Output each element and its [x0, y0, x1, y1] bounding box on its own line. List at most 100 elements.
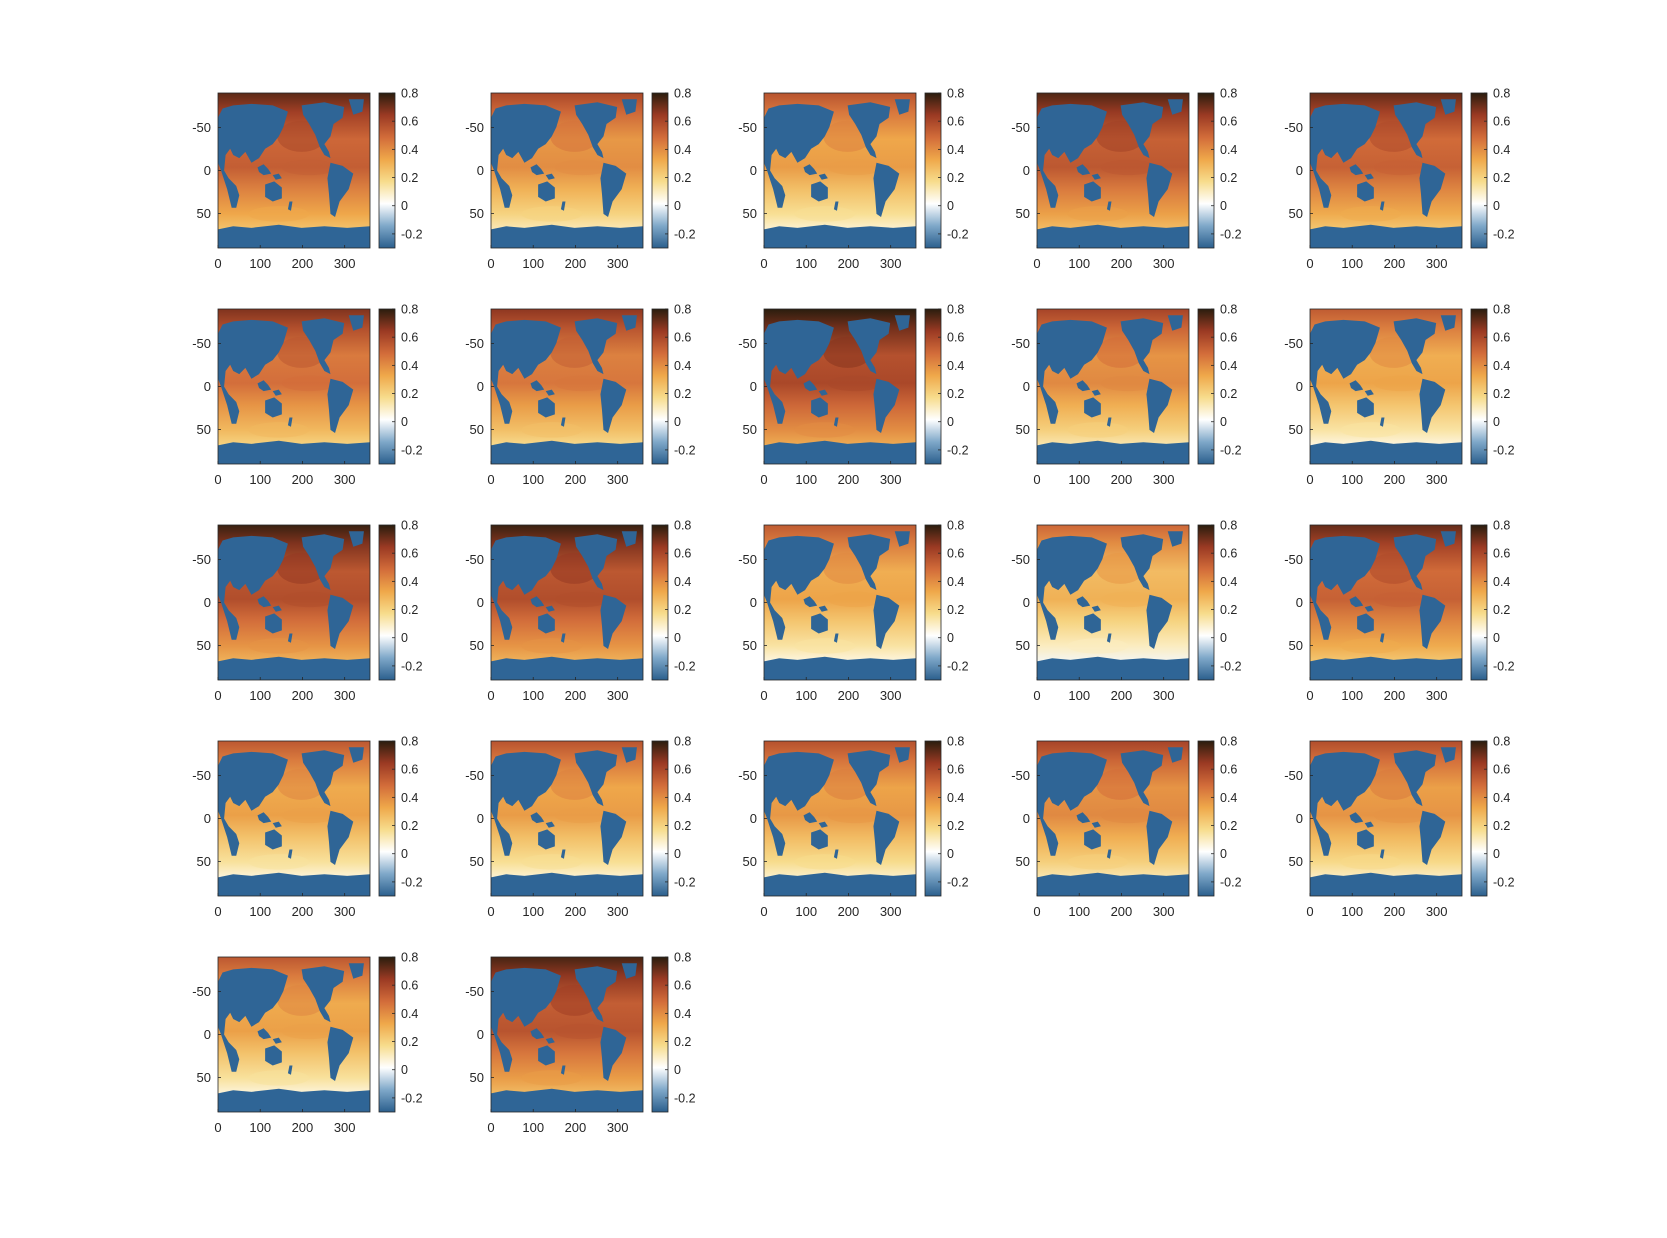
colorbar-tick-label: 0.4: [947, 791, 964, 805]
colorbar-tick-label: 0.4: [674, 791, 691, 805]
x-tick-label: 100: [1341, 472, 1363, 487]
colorbar-tick-label: 0.6: [1493, 115, 1510, 129]
x-tick-label: 100: [1341, 904, 1363, 919]
anomaly-patch: [794, 854, 856, 870]
y-tick-label: 50: [743, 206, 757, 221]
x-tick-label: 300: [1426, 472, 1448, 487]
anomaly-patch: [248, 854, 310, 870]
colorbar-tick-label: -0.2: [947, 875, 969, 889]
heatmap-field: [218, 309, 370, 464]
colorbar-tick-label: -0.2: [401, 227, 423, 241]
colorbar-tick-label: 0.2: [1493, 603, 1510, 617]
anomaly-patch: [1067, 206, 1129, 222]
x-tick-label: 100: [1068, 256, 1090, 271]
colorbar-tick-label: -0.2: [401, 1091, 423, 1105]
y-tick-label: 0: [204, 811, 211, 826]
x-tick-label: 0: [760, 256, 767, 271]
colorbar: [1470, 308, 1488, 465]
x-tick-label: 100: [1068, 904, 1090, 919]
colorbar-tick-label: 0: [1220, 199, 1227, 213]
colorbar-tick-label: 0.8: [1220, 303, 1237, 317]
x-tick-label: 300: [607, 472, 629, 487]
anomaly-patch: [1100, 159, 1156, 176]
colorbar-tick-label: -0.2: [674, 227, 696, 241]
colorbar-tick-label: 0.8: [947, 303, 964, 317]
subplot-panel: 0 100 200 300 -50 0 50 0.8 0.6 0.4 0.2 0 -0.2: [738, 303, 968, 488]
x-tick-label: 200: [292, 472, 314, 487]
landmass: [218, 224, 370, 248]
colorbar-tick-label: 0.4: [1220, 143, 1237, 157]
y-tick-label: 50: [197, 1070, 211, 1085]
y-tick-label: 50: [197, 206, 211, 221]
y-tick-label: 50: [197, 422, 211, 437]
heatmap-field: [1037, 93, 1189, 248]
y-tick-label: 0: [204, 163, 211, 178]
y-tick-label: 0: [204, 595, 211, 610]
colorbar-tick-label: 0.4: [1220, 575, 1237, 589]
anomaly-patch: [248, 638, 310, 654]
heatmap-field: [764, 93, 916, 248]
y-tick-label: -50: [192, 552, 211, 567]
heatmap-field: [1037, 741, 1189, 896]
heatmap-field: [491, 741, 643, 896]
y-tick-label: -50: [465, 120, 484, 135]
y-tick-label: 50: [470, 1070, 484, 1085]
y-tick-label: 0: [750, 595, 757, 610]
heatmap-field: [764, 525, 916, 680]
colorbar-tick-label: 0.2: [947, 171, 964, 185]
x-tick-label: 100: [522, 1120, 544, 1135]
colorbar-tick-label: 0.8: [401, 519, 418, 533]
subplot-panel: 0 100 200 300 -50 0 50 0.8 0.6 0.4 0.2 0 -0.2: [738, 87, 968, 272]
x-tick-label: 200: [1384, 904, 1406, 919]
colorbar-tick-label: 0.2: [1220, 171, 1237, 185]
x-tick-label: 200: [838, 256, 860, 271]
x-tick-label: 100: [1068, 688, 1090, 703]
colorbar-tick-label: 0.4: [1493, 791, 1510, 805]
y-tick-label: 0: [750, 163, 757, 178]
y-tick-label: -50: [465, 768, 484, 783]
anomaly-patch: [281, 1023, 337, 1040]
x-tick-label: 100: [249, 472, 271, 487]
x-tick-label: 100: [522, 256, 544, 271]
anomaly-patch: [1067, 422, 1129, 438]
x-tick-label: 200: [1111, 472, 1133, 487]
colorbar-tick-label: 0: [674, 415, 681, 429]
subplot-panel: 0 100 200 300 -50 0 50 0.8 0.6 0.4 0.2 0 -0.2: [738, 735, 968, 920]
x-tick-label: 100: [522, 904, 544, 919]
anomaly-patch: [1067, 854, 1129, 870]
colorbar-tick-label: 0.8: [401, 303, 418, 317]
colorbar-tick-label: 0.6: [1493, 547, 1510, 561]
y-tick-label: 50: [1016, 206, 1030, 221]
anomaly-patch: [794, 206, 856, 222]
anomaly-patch: [1100, 807, 1156, 824]
colorbar-tick-label: 0.8: [401, 951, 418, 965]
anomaly-patch: [281, 807, 337, 824]
subplot-panel: 0 100 200 300 -50 0 50 0.8 0.6 0.4 0.2 0 -0.2: [1011, 519, 1241, 704]
colorbar-tick-label: 0: [401, 631, 408, 645]
anomaly-patch: [794, 422, 856, 438]
y-tick-label: 0: [1296, 379, 1303, 394]
x-tick-label: 0: [1033, 256, 1040, 271]
colorbar-tick-label: 0.2: [674, 603, 691, 617]
y-tick-label: 50: [1289, 854, 1303, 869]
y-tick-label: 0: [477, 379, 484, 394]
y-tick-label: 50: [1289, 638, 1303, 653]
x-tick-label: 100: [249, 256, 271, 271]
figure-canvas: 0 100 200 300 -50 0 50 0.8 0.6 0.4 0.2 0 -0.2 0 100 200…: [192, 87, 1514, 1136]
y-tick-label: 50: [743, 854, 757, 869]
colorbar: [1470, 524, 1488, 681]
colorbar-tick-label: 0.4: [401, 1007, 418, 1021]
colorbar-tick-label: 0.2: [401, 171, 418, 185]
x-tick-label: 200: [1111, 904, 1133, 919]
anomaly-patch: [248, 422, 310, 438]
colorbar-tick-label: 0.6: [401, 331, 418, 345]
anomaly-patch: [281, 375, 337, 392]
x-tick-label: 200: [1384, 688, 1406, 703]
x-tick-label: 300: [1426, 256, 1448, 271]
x-tick-label: 200: [838, 472, 860, 487]
colorbar-tick-label: 0: [401, 199, 408, 213]
y-tick-label: -50: [192, 984, 211, 999]
x-tick-label: 0: [487, 472, 494, 487]
y-tick-label: -50: [465, 984, 484, 999]
colorbar-tick-label: 0.2: [401, 387, 418, 401]
